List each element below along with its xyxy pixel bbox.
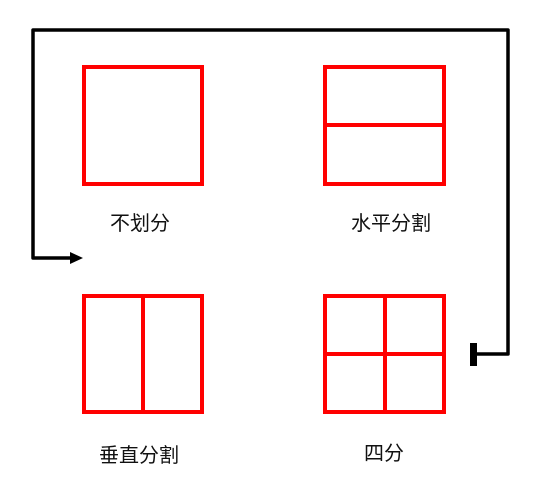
flow-path <box>31 28 510 366</box>
panel-label-quad: 四分 <box>364 441 404 465</box>
panel-quad-box <box>323 294 446 414</box>
panel-none-box <box>82 65 204 186</box>
diagram-canvas <box>31 28 510 414</box>
path-start-bar <box>470 343 477 366</box>
panel-horizontal-box <box>323 65 446 186</box>
panel-vertical-box <box>82 294 204 414</box>
arrowhead-icon <box>70 252 83 264</box>
panel-label-none: 不划分 <box>110 211 170 235</box>
panel-label-horizontal: 水平分割 <box>351 211 431 235</box>
panel-label-vertical: 垂直分割 <box>99 443 179 467</box>
